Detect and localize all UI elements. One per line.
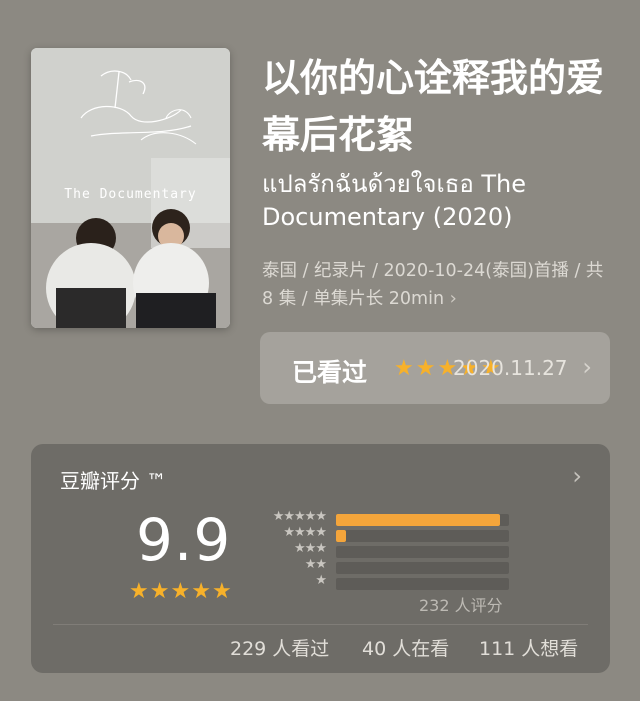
chevron-right-icon: › — [449, 288, 457, 309]
rating-bar-3: ★★★ — [256, 541, 516, 560]
rating-bar-stars: ★★★★★ — [272, 509, 327, 524]
meta-info[interactable]: 泰国 / 纪录片 / 2020-10-24(泰国)首播 / 共 8 集 / 单集… — [262, 257, 612, 313]
watched-count[interactable]: 229 人看过 — [230, 634, 329, 661]
rating-bar-2: ★★ — [256, 557, 516, 576]
watched-label: 已看过 — [292, 358, 368, 387]
rating-bar-stars: ★ — [315, 573, 327, 588]
watched-date: 2020.11.27 — [453, 356, 568, 380]
rating-count: 232 人评分 — [419, 596, 503, 615]
original-title: แปลรักฉันด้วยใจเธอ The Documentary (2020… — [262, 170, 527, 231]
rating-bar-track — [336, 514, 509, 526]
chevron-right-icon: › — [572, 462, 582, 490]
star-icon: ★ — [211, 579, 232, 604]
divider — [53, 624, 588, 625]
page-title: 以你的心诠释我的爱幕后花絮 — [262, 56, 605, 157]
rating-bar-fill — [336, 530, 347, 542]
rating-bar-fill — [336, 514, 501, 526]
star-icon: ★ — [394, 356, 414, 381]
poster-image[interactable]: The Documentary — [31, 48, 230, 328]
rating-bar-1: ★ — [256, 573, 516, 592]
rating-title: 豆瓣评分 ™ — [60, 469, 167, 493]
douban-rating-card[interactable]: 豆瓣评分 ™ › 9.9 ★★★★★ ★★★★★ ★★★★ ★★★ ★★ ★ 2… — [31, 444, 610, 673]
star-icon: ★ — [129, 579, 149, 604]
rating-score: 9.9 — [136, 506, 232, 574]
rating-bar-track — [336, 530, 509, 542]
star-icon: ★ — [149, 579, 170, 604]
rating-bar-track — [336, 578, 509, 590]
want-count[interactable]: 111 人想看 — [479, 634, 578, 661]
rating-bar-stars: ★★ — [304, 557, 327, 572]
star-icon: ★ — [415, 356, 436, 381]
rating-bar-stars: ★★★ — [294, 541, 327, 556]
star-icon: ★ — [191, 579, 211, 604]
watching-count[interactable]: 40 人在看 — [362, 634, 449, 661]
rating-bar-stars: ★★★★ — [283, 525, 327, 540]
meta-text: 泰国 / 纪录片 / 2020-10-24(泰国)首播 / 共 8 集 / 单集… — [262, 261, 604, 309]
rating-bar-track — [336, 562, 509, 574]
watched-status-button[interactable]: 已看过 ★★★★★ 2020.11.27 › — [260, 332, 610, 404]
star-icon: ★ — [170, 579, 191, 604]
rating-bar-track — [336, 546, 509, 558]
poster-subtitle: The Documentary — [64, 187, 197, 202]
score-stars: ★★★★★ — [129, 579, 233, 604]
chevron-right-icon: › — [582, 353, 592, 381]
